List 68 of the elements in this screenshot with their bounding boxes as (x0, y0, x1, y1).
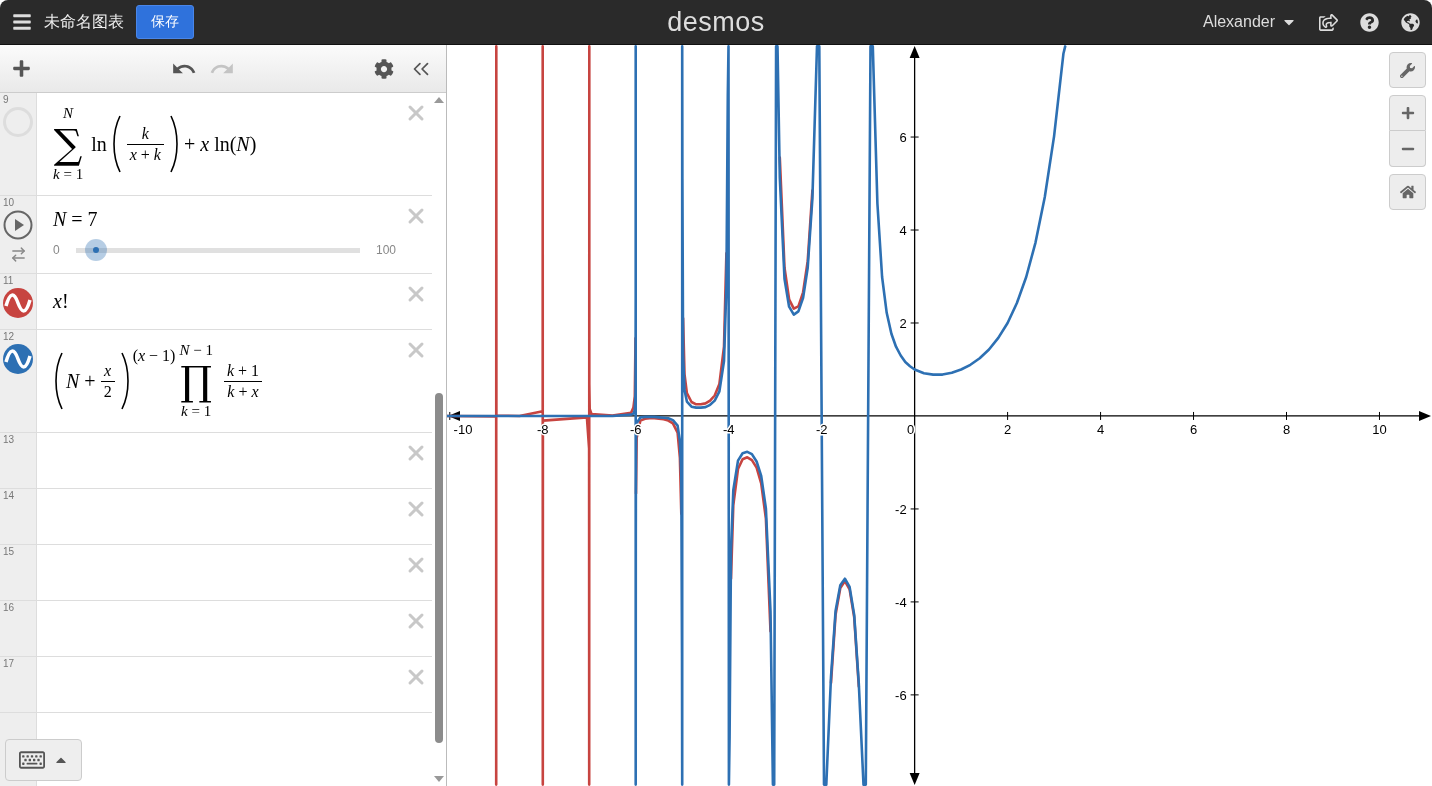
upper-limit-text: N (63, 105, 74, 122)
save-button[interactable]: 保存 (136, 5, 194, 39)
settings-icon[interactable] (374, 58, 394, 79)
wrench-icon[interactable] (1389, 52, 1426, 88)
lower-limit-text: k = 1 (53, 166, 84, 183)
math-text: x! (53, 290, 69, 313)
math-text: ln (91, 132, 107, 156)
slider-thumb[interactable] (84, 239, 107, 261)
globe-icon[interactable] (1401, 12, 1420, 32)
play-icon[interactable] (3, 210, 33, 240)
operator-symbol: ∏ (180, 359, 213, 403)
line-number: 17 (3, 658, 15, 669)
scroll-down-icon[interactable] (434, 776, 444, 782)
add-icon[interactable] (12, 59, 31, 78)
scrollbar-thumb[interactable] (435, 393, 443, 743)
axis-tick-label: -6 (895, 687, 907, 703)
slider-min: 0 (53, 243, 60, 257)
math-text: N = 7 (53, 208, 98, 231)
right-paren-icon (119, 351, 131, 411)
math-text: N + (66, 369, 96, 393)
line-number: 14 (3, 490, 15, 501)
scroll-up-icon[interactable] (434, 97, 444, 103)
left-paren-icon (53, 351, 64, 411)
logo: desmos (667, 6, 765, 38)
fraction-numerator: x (103, 361, 113, 381)
zoom-in-icon[interactable] (1389, 95, 1426, 131)
repeat-icon[interactable] (9, 246, 27, 263)
share-icon[interactable] (1319, 12, 1338, 32)
line-number: 9 (3, 94, 9, 105)
fraction-numerator: k (140, 124, 150, 144)
lower-limit-text: k = 1 (181, 403, 212, 420)
axis-tick-label: 4 (1096, 421, 1105, 437)
right-paren-icon (168, 114, 180, 174)
line-series (447, 45, 1067, 786)
axis-tick-label: 2 (1004, 421, 1012, 437)
fraction-denominator: 2 (100, 380, 115, 401)
axis-tick-label: -2 (895, 501, 907, 517)
axis-tick-label: 2 (899, 316, 907, 331)
axis-tick-label: 0 (907, 421, 915, 437)
axis-tick-label: -4 (895, 594, 907, 610)
line-number: 16 (3, 602, 15, 613)
fraction-denominator: x + k (126, 143, 164, 164)
user-name: Alexander (1202, 13, 1275, 31)
line-number: 10 (3, 197, 15, 208)
left-paren-icon (110, 114, 122, 174)
slider-max: 100 (375, 243, 396, 257)
line-number: 11 (3, 275, 14, 286)
keyboard-button[interactable] (5, 739, 82, 781)
user-menu[interactable]: Alexander (1202, 13, 1297, 31)
axis-tick-label: 6 (899, 130, 907, 146)
operator-symbol: ∑ (53, 122, 83, 166)
axis-tick-label: 10 (1372, 421, 1387, 437)
fraction-denominator: k + x (224, 380, 262, 401)
axis-tick-label: 4 (899, 223, 907, 238)
line-number: 13 (3, 434, 15, 445)
math-text: + x ln(N) (183, 132, 257, 156)
line-number: 12 (3, 331, 15, 342)
graph-title[interactable]: 未命名图表 (44, 11, 124, 33)
axis-tick-label: 6 (1189, 421, 1198, 437)
line-number: 15 (3, 546, 15, 557)
exponent-text: (x − 1) (132, 347, 176, 365)
menu-icon[interactable] (12, 12, 32, 32)
axis-tick-label: 8 (1282, 421, 1291, 437)
axis-tick-label: -10 (453, 421, 473, 437)
home-icon[interactable] (1389, 174, 1426, 210)
fraction-numerator: k + 1 (225, 361, 261, 381)
upper-limit-text: N − 1 (179, 342, 213, 359)
help-icon[interactable] (1360, 12, 1379, 32)
